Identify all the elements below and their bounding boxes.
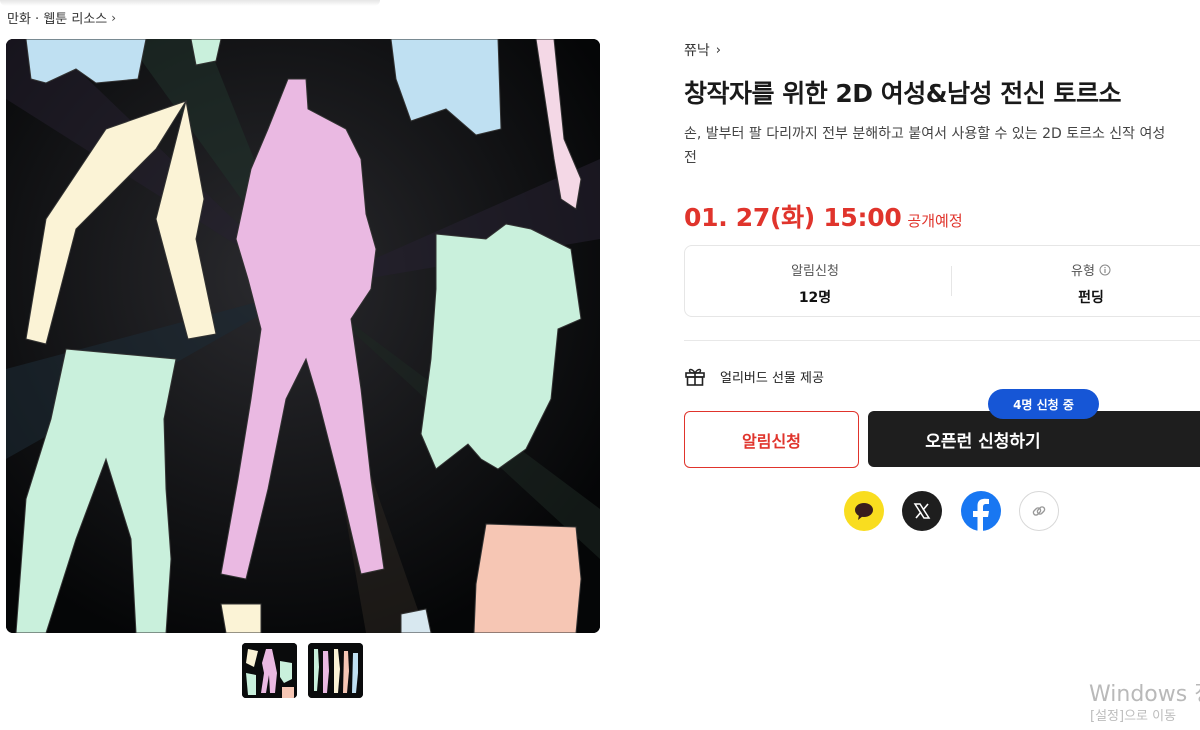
info-icon[interactable]	[1099, 264, 1111, 276]
chevron-right-icon: ›	[715, 42, 721, 58]
type-label: 유형	[1071, 264, 1095, 279]
thumbnail-image-2	[308, 643, 363, 698]
top-shadow	[0, 0, 380, 6]
creator-link[interactable]: 쮸낙 ›	[684, 40, 721, 60]
description-line-2: 전	[684, 150, 697, 166]
info-box: 알림신청 12명 유형 펀딩	[684, 245, 1200, 317]
applicants-badge: 4명 신청 중	[988, 389, 1099, 419]
creator-name[interactable]: 쮸낙	[684, 40, 710, 60]
open-date-row: 01. 27(화) 15:00 공개예정	[684, 198, 963, 234]
open-date: 01. 27(화) 15:00	[684, 203, 902, 232]
product-main-image[interactable]	[6, 39, 600, 633]
os-watermark-title: Windows 정	[1089, 682, 1200, 707]
notify-count-value: 12명	[798, 290, 832, 306]
info-divider	[951, 266, 952, 296]
early-bird-benefit: 얼리버드 선물 제공	[684, 366, 824, 386]
os-watermark-subtitle: [설정]으로 이동	[1090, 709, 1177, 724]
thumbnail-1[interactable]	[242, 643, 297, 698]
product-title: 창작자를 위한 2D 여성&남성 전신 토르소	[684, 79, 1121, 108]
facebook-icon	[973, 498, 989, 531]
x-icon	[913, 503, 931, 519]
kakao-share-button[interactable]	[844, 491, 884, 531]
thumbnail-image-1	[242, 643, 297, 698]
type-value: 펀딩	[1078, 290, 1104, 306]
facebook-share-button[interactable]	[961, 491, 1001, 531]
gift-icon	[685, 368, 705, 386]
breadcrumb-label[interactable]: 만화 · 웹툰 리소스	[7, 8, 107, 27]
benefit-label: 얼리버드 선물 제공	[720, 370, 824, 386]
link-icon	[1032, 506, 1046, 516]
copy-link-button[interactable]	[1019, 491, 1059, 531]
open-run-button[interactable]: 오픈런 신청하기	[868, 411, 1200, 467]
open-status: 공개예정	[907, 212, 963, 230]
product-description: 손, 발부터 팔 다리까지 전부 분해하고 붙여서 사용할 수 있는 2D 토르…	[684, 122, 1200, 170]
notify-count-label: 알림신청	[791, 264, 839, 279]
section-divider	[684, 340, 1200, 341]
breadcrumb[interactable]: 만화 · 웹툰 리소스 ›	[7, 8, 117, 28]
thumbnail-2[interactable]	[308, 643, 363, 698]
description-line-1: 손, 발부터 팔 다리까지 전부 분해하고 붙여서 사용할 수 있는 2D 토르…	[684, 126, 1166, 142]
type-column: 유형 펀딩	[961, 260, 1200, 307]
kakao-icon	[855, 503, 873, 520]
chevron-right-icon: ›	[111, 10, 117, 25]
torso-illustration	[6, 39, 600, 633]
notify-button[interactable]: 알림신청	[684, 411, 859, 468]
x-share-button[interactable]	[902, 491, 942, 531]
notify-count-column: 알림신청 12명	[685, 260, 945, 307]
